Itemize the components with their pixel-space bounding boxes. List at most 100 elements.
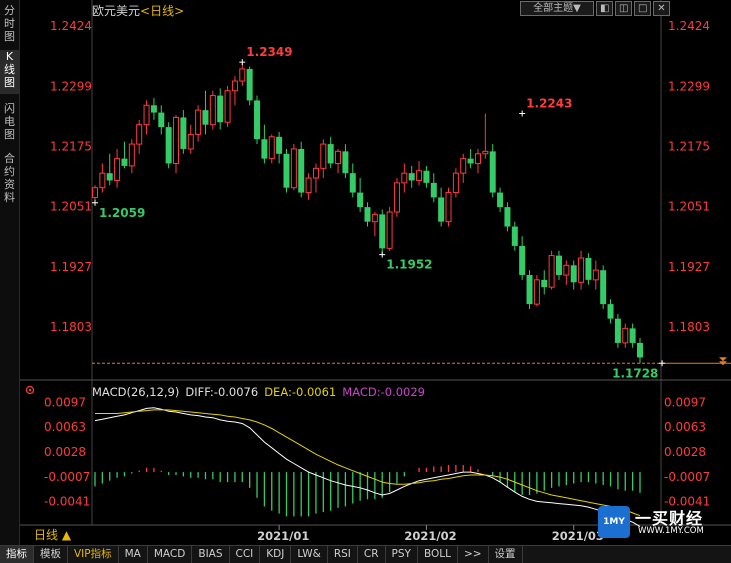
candle-body xyxy=(467,158,474,164)
extreme-price-label: 1.2349 xyxy=(246,45,292,59)
candle-body xyxy=(99,172,106,189)
candle-body xyxy=(578,257,585,283)
indicator-tab-0[interactable]: 指标 xyxy=(0,546,34,563)
indicator-tab-9[interactable]: RSI xyxy=(328,546,358,563)
theme-dropdown[interactable]: 全部主题▼ xyxy=(520,1,594,16)
layout-split-icon[interactable]: ◫ xyxy=(615,1,632,16)
period-selector[interactable]: 日线 ▲ xyxy=(20,526,92,544)
candle-body xyxy=(239,68,246,82)
candle-body xyxy=(526,275,533,305)
candle-body xyxy=(290,148,297,189)
kline-ytick-right: 1.2424 xyxy=(668,19,710,33)
macd-histogram xyxy=(94,464,641,517)
candle-body xyxy=(298,148,305,193)
candle-body xyxy=(357,192,364,208)
macd-ytick-right: -0.0007 xyxy=(664,470,710,484)
candle-body xyxy=(585,258,592,280)
dea-line xyxy=(95,409,641,517)
close-icon[interactable]: ✕ xyxy=(653,1,670,16)
candle-body xyxy=(268,136,275,160)
candle-body xyxy=(445,192,452,223)
kline-ytick-left: 1.2175 xyxy=(50,140,92,154)
candle-body xyxy=(371,213,378,223)
candle-body xyxy=(482,150,489,155)
candle-body xyxy=(438,197,445,222)
indicator-tab-8[interactable]: LW& xyxy=(291,546,328,563)
macd-legend: MACD(26,12,9) DIFF:-0.0076 DEA:-0.0061 MACD… xyxy=(92,385,431,399)
candle-body xyxy=(254,100,261,140)
watermark-url: WWW.1MY.COM xyxy=(638,526,704,536)
extreme-marker-icon xyxy=(659,360,666,367)
candle-body xyxy=(386,211,393,249)
macd-ytick-left: 0.0063 xyxy=(44,420,86,434)
candle-body xyxy=(629,328,636,343)
macd-diff-value: DIFF:-0.0076 xyxy=(185,385,259,399)
macd-ytick-left: -0.0007 xyxy=(44,470,90,484)
indicator-tab-6[interactable]: CCI xyxy=(230,546,261,563)
indicator-tab-7[interactable]: KDJ xyxy=(260,546,292,563)
candle-body xyxy=(452,172,459,194)
candle-body xyxy=(92,187,98,198)
candle-body xyxy=(430,182,437,198)
candle-body xyxy=(283,153,290,188)
candle-body xyxy=(349,173,356,193)
indicator-tab-1[interactable]: 模板 xyxy=(34,546,68,563)
xtick-label: 2021/01 xyxy=(257,529,309,543)
macd-ytick-left: 0.0097 xyxy=(44,396,86,410)
indicator-tab-4[interactable]: MACD xyxy=(148,546,193,563)
chart-title: 欧元美元<日线> xyxy=(92,2,184,19)
candle-body xyxy=(555,255,562,276)
maximize-icon[interactable]: □ xyxy=(634,1,651,16)
chart-toolbar: 全部主题▼ ◧ ◫ □ ✕ xyxy=(520,1,670,16)
candle-body xyxy=(335,150,342,164)
kline-ytick-right: 1.1803 xyxy=(668,320,710,334)
candle-body xyxy=(541,279,548,288)
candle-body xyxy=(246,68,253,101)
indicator-tab-3[interactable]: MA xyxy=(119,546,148,563)
extreme-price-label: 1.1952 xyxy=(386,258,432,272)
candle-body xyxy=(401,172,408,184)
kline-ytick-left: 1.1927 xyxy=(50,260,92,274)
chart-canvas[interactable]: 1.2349 1.2059 1.1952 1.2243 1.1728 1.2424 1.2… xyxy=(0,0,731,545)
indicator-tab-13[interactable]: >> xyxy=(458,546,489,563)
indicator-tab-10[interactable]: CR xyxy=(358,546,386,563)
candle-body xyxy=(600,270,607,305)
candle-body xyxy=(504,207,511,227)
kline-ytick-left: 1.2051 xyxy=(50,200,92,214)
candle-body xyxy=(416,170,423,181)
kline-ytick-left: 1.2299 xyxy=(50,79,92,93)
kline-ytick-left: 1.1803 xyxy=(50,320,92,334)
candle-body xyxy=(592,269,599,281)
xtick-label: 2021/03 xyxy=(552,529,604,543)
macd-dea-value: DEA:-0.0061 xyxy=(264,385,337,399)
candle-body xyxy=(408,173,415,181)
extreme-marker-icon xyxy=(92,199,98,206)
kline-ytick-right: 1.1927 xyxy=(668,260,710,274)
candle-body xyxy=(165,127,172,164)
candle-body xyxy=(202,110,209,125)
macd-ytick-left: 0.0028 xyxy=(44,445,86,459)
candle-body xyxy=(187,133,194,150)
indicator-tab-2[interactable]: VIP指标 xyxy=(68,546,119,563)
macd-indicator-name: MACD(26,12,9) xyxy=(92,385,180,399)
candle-body xyxy=(364,207,371,222)
macd-ytick-right: 0.0063 xyxy=(664,420,706,434)
candle-body xyxy=(379,214,386,249)
candle-body xyxy=(143,104,150,126)
candle-body xyxy=(637,342,643,358)
macd-ytick-left: -0.0041 xyxy=(44,494,90,508)
candle-body xyxy=(474,153,481,164)
indicator-tab-11[interactable]: PSY xyxy=(386,546,418,563)
indicator-tab-14[interactable]: 设置 xyxy=(489,546,523,563)
macd-ytick-right: 0.0028 xyxy=(664,445,706,459)
candle-body xyxy=(276,136,283,154)
diff-line xyxy=(94,407,641,527)
indicator-tab-5[interactable]: BIAS xyxy=(192,546,230,563)
candle-body xyxy=(497,192,504,208)
candle-body xyxy=(393,182,400,213)
candle-body xyxy=(489,151,496,193)
candle-body xyxy=(128,143,135,167)
indicator-tab-12[interactable]: BOLL xyxy=(418,546,458,563)
layout-left-icon[interactable]: ◧ xyxy=(596,1,613,16)
candle-body xyxy=(563,264,570,276)
